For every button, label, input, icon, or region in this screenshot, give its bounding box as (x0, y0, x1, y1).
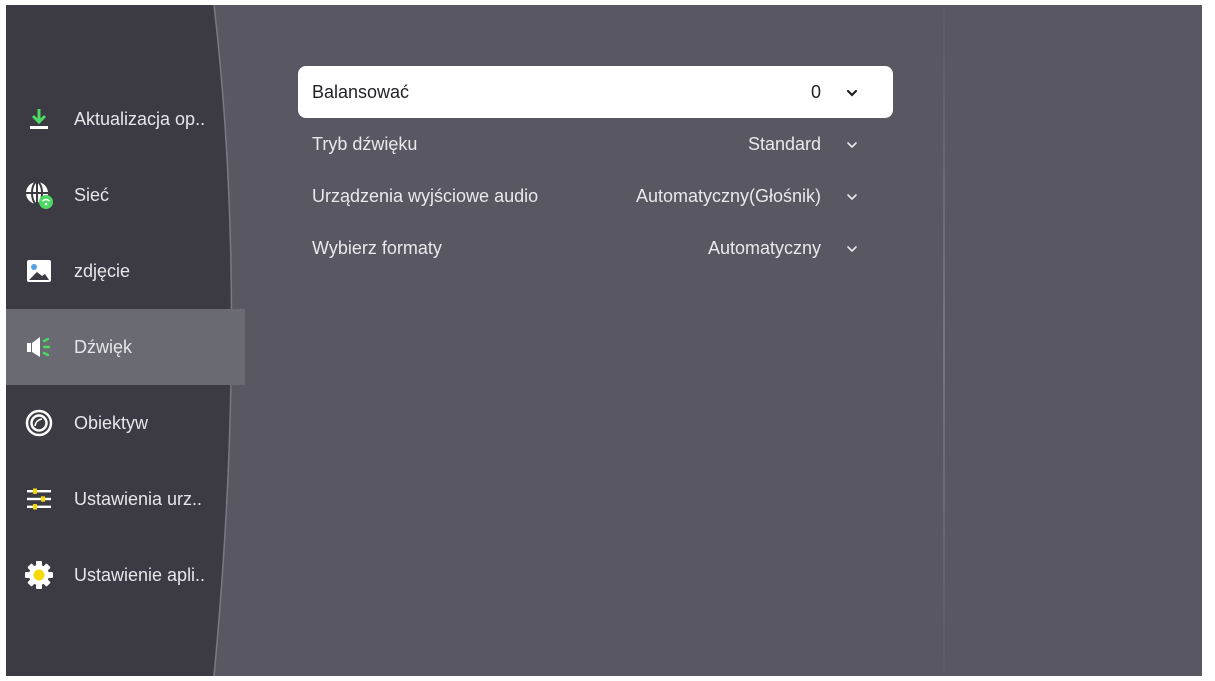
network-globe-icon (24, 180, 54, 210)
panel-divider (943, 5, 945, 676)
setting-label: Balansować (312, 82, 410, 102)
chevron-down-icon (847, 142, 857, 149)
sidebar-item-sound[interactable]: Dźwięk (6, 309, 245, 385)
sidebar-item-label: Ustawienia urz.. (74, 488, 203, 509)
setting-label: Urządzenia wyjściowe audio (312, 186, 539, 206)
sliders-icon (24, 484, 54, 514)
sidebar-item-label: Sieć (74, 184, 110, 205)
sidebar-menu: Aktualizacja op.. Sieć zdjęcie Dźwięk Ob… (6, 5, 246, 676)
sidebar-item-network[interactable]: Sieć (6, 157, 246, 233)
setting-value: Automatyczny (707, 238, 821, 258)
sidebar-item-label: zdjęcie (74, 260, 131, 281)
sidebar-item-label: Obiektyw (74, 412, 149, 433)
speaker-icon (24, 332, 54, 362)
chevron-down-icon (847, 194, 857, 201)
chevron-down-icon (847, 246, 857, 253)
gear-icon (24, 560, 54, 590)
settings-screen: Aktualizacja op.. Sieć zdjęcie Dźwięk Ob… (6, 5, 1202, 676)
sidebar-item-lens[interactable]: Obiektyw (6, 385, 246, 461)
setting-label: Wybierz formaty (312, 238, 442, 258)
sidebar-item-picture[interactable]: zdjęcie (6, 233, 246, 309)
setting-label: Tryb dźwięku (312, 134, 418, 154)
setting-row-balance[interactable]: Balansować 0 (298, 66, 893, 118)
sidebar-item-label: Ustawienie apli.. (74, 564, 206, 585)
setting-row-audio-output[interactable]: Urządzenia wyjściowe audio Automatyczny(… (298, 170, 893, 222)
setting-row-sound-mode[interactable]: Tryb dźwięku Standard (298, 118, 893, 170)
setting-value: Standard (747, 134, 821, 154)
sidebar-item-label: Dźwięk (74, 336, 133, 357)
sidebar-item-system-update[interactable]: Aktualizacja op.. (6, 81, 246, 157)
setting-value: 0 (810, 82, 821, 102)
chevron-down-icon (846, 89, 858, 97)
sidebar-item-app-settings[interactable]: Ustawienie apli.. (6, 537, 246, 613)
sidebar-item-label: Aktualizacja op.. (74, 108, 206, 129)
setting-row-formats[interactable]: Wybierz formaty Automatyczny (298, 222, 893, 274)
lens-icon (24, 408, 54, 438)
sidebar-item-device-settings[interactable]: Ustawienia urz.. (6, 461, 246, 537)
setting-value: Automatyczny(Głośnik) (635, 186, 821, 206)
picture-icon (24, 256, 54, 286)
download-icon (24, 104, 54, 134)
